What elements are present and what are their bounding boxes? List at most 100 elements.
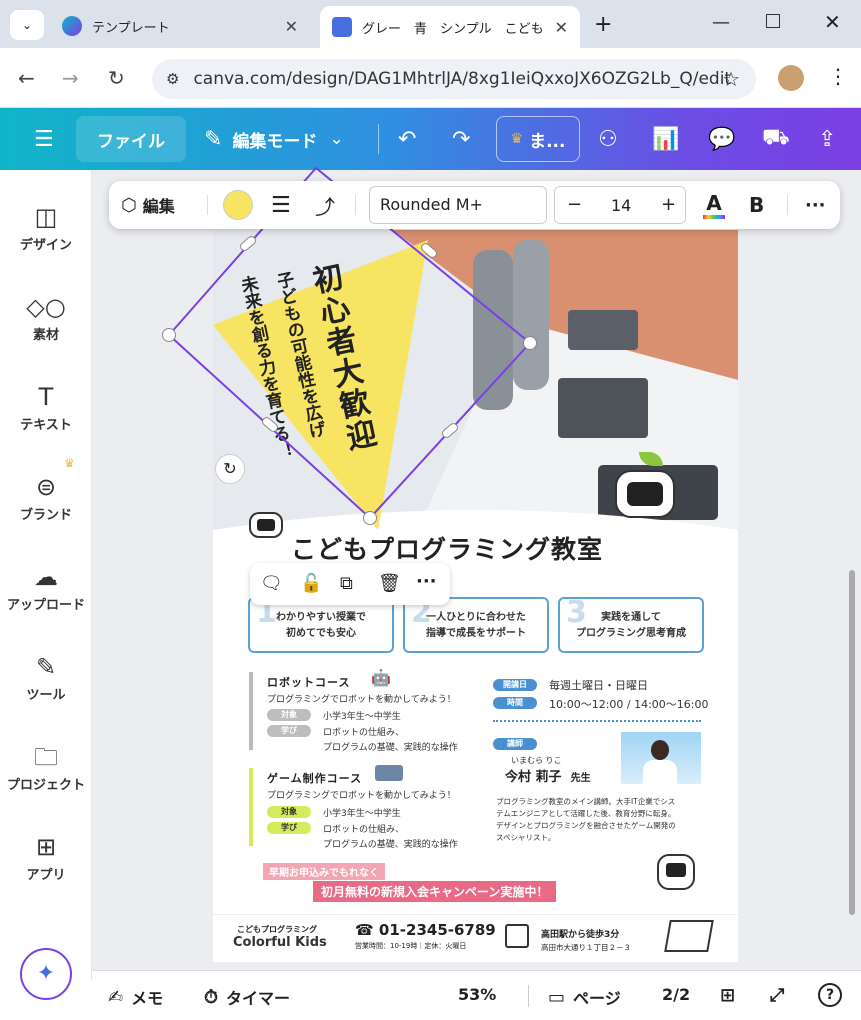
teacher-bio-1[interactable]: プログラミング教室のメイン講師。大手IT企業でシス xyxy=(496,796,675,807)
sidebar-item-tools[interactable]: ✎ ツール xyxy=(0,650,92,703)
tab-design[interactable]: グレー 青 シンプル こども ✕ xyxy=(320,6,580,48)
redo-icon[interactable]: ↷ xyxy=(452,108,470,170)
teacher-bio-2[interactable]: テムエンジニアとして活躍した後、教育分野に転身。 xyxy=(496,808,675,819)
bookmark-star-icon[interactable]: ☆ xyxy=(722,67,740,91)
game-course-learn-1[interactable]: ロボットの仕組み、 xyxy=(323,822,404,835)
schedule-time[interactable]: 10:00〜12:00 / 14:00〜16:00 xyxy=(549,696,709,712)
grid-view-icon[interactable]: ⊞ xyxy=(720,985,735,1006)
site-info-icon[interactable]: ⚙ xyxy=(166,70,179,88)
robot-course-target[interactable]: 小学3年生〜中学生 xyxy=(323,709,401,722)
print-delivery-icon[interactable]: ⛟ xyxy=(762,108,790,170)
font-family-select[interactable]: Rounded M+ xyxy=(369,186,547,224)
file-button[interactable]: ファイル xyxy=(76,116,186,162)
brand-icon: ⊜ xyxy=(35,473,57,501)
comment-icon[interactable]: 💬 xyxy=(708,108,735,170)
schedule-day[interactable]: 毎週土曜日・日曜日 xyxy=(549,677,648,693)
robot-course-learn-1[interactable]: ロボットの仕組み、 xyxy=(323,725,404,738)
sidebar-item-apps[interactable]: ⊞ アプリ xyxy=(0,830,92,883)
add-comment-icon[interactable]: 🗨 xyxy=(260,573,283,594)
sidebar-item-elements[interactable]: ◇○ 素材 xyxy=(0,290,92,343)
url-bar[interactable]: ⚙ canva.com/design/DAG1MhtrlJA/8xg1IeiQx… xyxy=(152,59,756,99)
campaign-label-1[interactable]: 早期お申込みでもれなく xyxy=(263,863,385,880)
campaign-label-2[interactable]: 初月無料の新規入会キャンペーン実施中！ xyxy=(313,881,557,902)
resize-handle[interactable] xyxy=(162,328,176,342)
menu-icon[interactable]: ☰ xyxy=(34,108,54,170)
tab-templates[interactable]: テンプレート ✕ xyxy=(50,8,310,44)
fill-color-swatch[interactable] xyxy=(223,190,253,220)
robot-course-title[interactable]: ロボットコース xyxy=(267,674,350,690)
vertical-scrollbar[interactable] xyxy=(849,570,855,915)
magic-assistant-button[interactable]: ✦ xyxy=(20,948,72,1000)
pages-button[interactable]: ▭ ページ xyxy=(548,985,621,1009)
teacher-bio-4[interactable]: スペシャリスト。 xyxy=(496,832,555,843)
footer-phone[interactable]: ☎ 01-2345-6789 xyxy=(355,921,496,939)
premium-button[interactable]: ♛ ま... xyxy=(496,116,580,162)
resize-handle[interactable] xyxy=(523,336,537,350)
brand-big[interactable]: Colorful Kids xyxy=(233,935,327,950)
feature-box-3[interactable]: 3 実践を通して プログラミング思考育成 xyxy=(558,597,704,653)
teacher-bio-3[interactable]: デザインとプログラミングを融合させたゲーム開発の xyxy=(496,820,676,831)
increase-icon[interactable]: + xyxy=(661,194,676,215)
line-style-icon[interactable]: ⤴ xyxy=(315,181,335,229)
insights-chart-icon[interactable]: 📊 xyxy=(652,108,679,170)
maximize-icon[interactable] xyxy=(766,14,780,28)
font-size-stepper[interactable]: − 14 + xyxy=(554,186,686,224)
lock-icon[interactable]: 🔓 xyxy=(300,573,322,594)
zoom-level[interactable]: 53% xyxy=(458,985,496,1004)
close-icon[interactable]: ✕ xyxy=(285,17,298,36)
more-icon[interactable]: ··· xyxy=(416,571,437,592)
forward-icon[interactable]: → xyxy=(62,66,79,90)
footer-access[interactable]: 高田駅から徒歩3分 xyxy=(541,927,619,940)
timer-button[interactable]: ⏱ タイマー xyxy=(204,985,290,1009)
browser-menu-icon[interactable]: ⋮ xyxy=(828,64,848,88)
feature-box-1[interactable]: 1 わかりやすい授業で 初めてでも安心 xyxy=(248,597,394,653)
tab-list-button[interactable]: ⌄ xyxy=(10,10,44,40)
more-options-icon[interactable]: ··· xyxy=(805,181,826,229)
sidebar-item-text[interactable]: T テキスト xyxy=(0,380,92,433)
notes-button[interactable]: ✍ メモ xyxy=(108,985,163,1009)
bold-icon[interactable]: B xyxy=(749,181,764,229)
sidebar-item-brand[interactable]: ⊜ ブランド ♛ xyxy=(0,456,92,523)
text-color-icon[interactable]: A xyxy=(703,181,725,229)
poster-title[interactable]: こどもプログラミング教室 xyxy=(291,530,603,566)
fullscreen-icon[interactable]: ⤢ xyxy=(770,985,784,1006)
brand-small[interactable]: こどもプログラミング xyxy=(237,924,317,935)
share-upload-icon[interactable]: ⇪ xyxy=(818,108,836,170)
robot-course-learn-2[interactable]: プログラムの基礎、実践的な操作 xyxy=(323,740,458,753)
minimize-icon[interactable]: — xyxy=(712,12,730,33)
game-course-learn-2[interactable]: プログラムの基礎、実践的な操作 xyxy=(323,837,458,850)
teacher-name[interactable]: 今村 莉子 xyxy=(505,770,562,785)
trash-icon[interactable]: 🗑 xyxy=(378,573,401,594)
back-icon[interactable]: ← xyxy=(18,66,35,90)
rotate-icon[interactable]: ↻ xyxy=(215,454,245,484)
game-course-desc[interactable]: プログラミングでロボットを動かしてみよう！ xyxy=(267,788,456,801)
edit-mode-button[interactable]: ✎ 編集モード ⌄ xyxy=(204,108,344,170)
share-people-icon[interactable]: ⚇ xyxy=(598,108,618,170)
robot-course-desc[interactable]: プログラミングでロボットを動かしてみよう！ xyxy=(267,692,456,705)
teacher-kana[interactable]: いまむら りこ xyxy=(511,755,562,766)
sidebar-item-design[interactable]: ◫ デザイン xyxy=(0,200,92,253)
undo-icon[interactable]: ↶ xyxy=(398,108,416,170)
reload-icon[interactable]: ↻ xyxy=(108,66,125,90)
edit-shape-button[interactable]: ⬡ 編集 xyxy=(121,181,175,229)
footer-address[interactable]: 高田市大通り１丁目２－３ xyxy=(541,942,631,953)
page-count[interactable]: 2/2 xyxy=(662,985,690,1004)
profile-avatar[interactable] xyxy=(778,65,804,91)
robot-course-bar xyxy=(249,672,253,750)
decrease-icon[interactable]: − xyxy=(567,194,582,215)
window-close-icon[interactable]: ✕ xyxy=(824,10,841,34)
feature-box-2[interactable]: 2 一人ひとりに合わせた 指導で成長をサポート xyxy=(403,597,549,653)
game-course-title[interactable]: ゲーム制作コース xyxy=(267,770,362,786)
game-course-target[interactable]: 小学3年生〜中学生 xyxy=(323,806,401,819)
sidebar-item-uploads[interactable]: ☁ アップロード xyxy=(0,560,92,613)
footer-hours[interactable]: 営業時間：10-19時｜定休：火曜日 xyxy=(355,941,466,951)
sidebar-item-projects[interactable]: 🗀 プロジェクト xyxy=(0,740,92,793)
duplicate-icon[interactable]: ⧉ xyxy=(340,573,353,594)
robot-face xyxy=(666,863,686,877)
font-size-value[interactable]: 14 xyxy=(611,196,631,215)
resize-handle[interactable] xyxy=(363,511,377,525)
close-icon[interactable]: ✕ xyxy=(555,18,568,37)
border-weight-icon[interactable]: ☰ xyxy=(271,181,291,229)
help-icon[interactable]: ? xyxy=(818,983,842,1007)
new-tab-button[interactable]: + xyxy=(594,12,612,37)
